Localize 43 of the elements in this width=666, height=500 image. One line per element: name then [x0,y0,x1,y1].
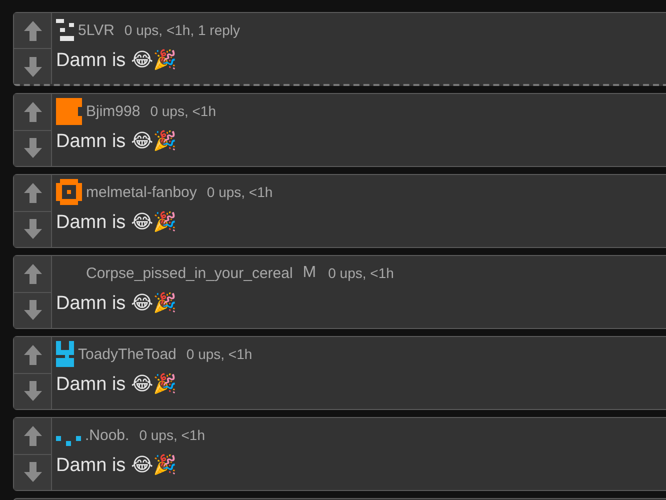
up-arrow-icon [22,344,42,366]
up-arrow-icon [22,100,42,123]
username-link[interactable]: ToadyTheToad [78,346,176,362]
down-arrow-icon [22,218,42,240]
comment-meta: 0 ups, <1h [186,346,252,362]
comment-text: Damn is 😂🎉 [56,48,178,72]
up-arrow-icon [22,262,42,285]
comment-text: Damn is 😂🎉 [56,129,178,153]
downvote-button[interactable] [14,48,51,84]
comment-meta: 0 ups, <1h [328,265,394,281]
username-link[interactable]: .Noob. [85,426,130,444]
downvote-button[interactable] [14,130,51,166]
upvote-button[interactable] [14,418,51,454]
moderator-label: M [302,264,316,282]
downvote-button[interactable] [14,210,51,247]
downvote-button[interactable] [14,372,51,409]
down-arrow-icon [22,137,42,160]
comment-text: Damn is 😂🎉 [56,291,178,315]
up-arrow-icon [22,182,42,204]
down-arrow-icon [22,56,42,78]
username-link[interactable]: Bjim998 [86,102,140,120]
up-arrow-icon [22,424,42,447]
down-arrow-icon [22,380,42,402]
downvote-button[interactable] [14,454,51,490]
username-link[interactable]: melmetal-fanboy [86,184,197,200]
comment-meta: 0 ups, <1h [150,103,216,119]
upvote-button[interactable] [14,256,51,292]
comment-meta: 0 ups, <1h, 1 reply [124,22,240,38]
upvote-button[interactable] [14,94,51,130]
comment-text: Damn is 😂🎉 [56,453,178,477]
up-arrow-icon [22,20,42,42]
username-link[interactable]: Corpse_pissed_in_your_cereal [86,264,293,282]
down-arrow-icon [22,299,42,322]
upvote-button[interactable] [14,337,51,372]
comment-meta: 0 ups, <1h [139,427,205,443]
comment-text: Damn is 😂🎉 [56,372,178,396]
down-arrow-icon [22,461,42,484]
upvote-button[interactable] [14,13,51,48]
comment-meta: 0 ups, <1h [206,184,273,200]
downvote-button[interactable] [14,292,51,328]
username-link[interactable]: 5LVR [78,22,114,38]
upvote-button[interactable] [14,175,51,210]
comment-text: Damn is 😂🎉 [56,210,178,234]
